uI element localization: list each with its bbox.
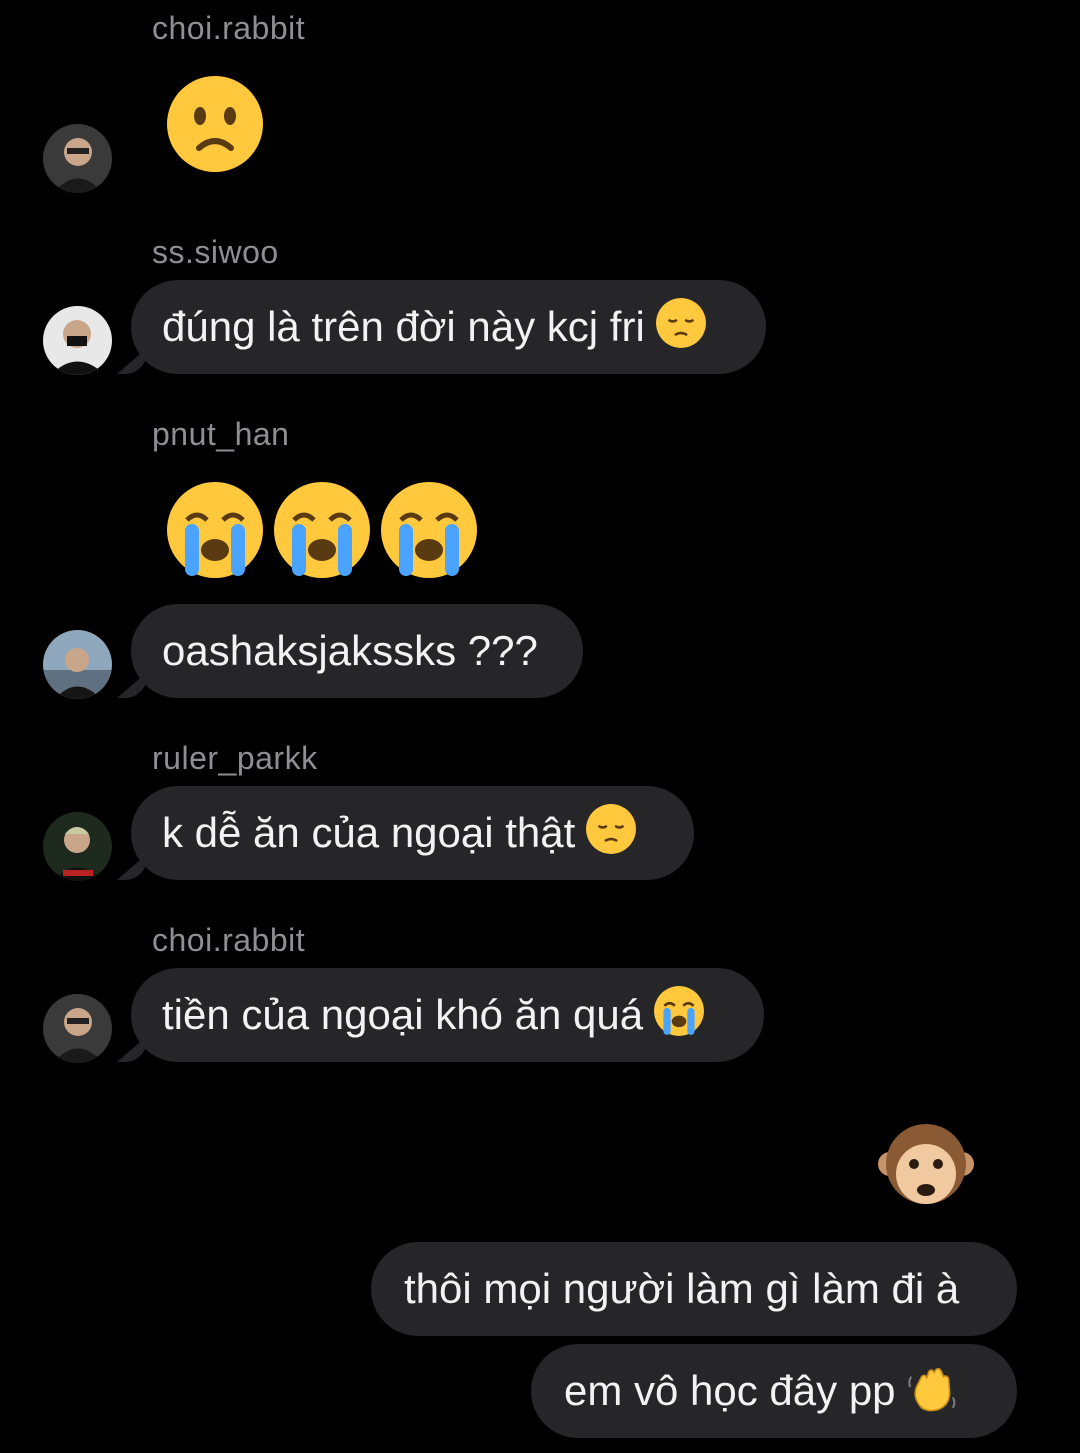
pensive-face-emoji [655,297,707,349]
message-text: tiền của ngoại khó ăn quá [162,991,644,1038]
own-message-bubble[interactable]: em vô học đây pp [531,1344,1017,1438]
see-no-evil-monkey-emoji [876,1116,976,1216]
avatar[interactable] [43,994,112,1063]
pensive-face-emoji [585,803,637,855]
sender-name: pnut_han [152,416,290,452]
sender-name: choi.rabbit [152,10,306,46]
message-text: thôi mọi người làm gì làm đi à [404,1265,960,1312]
message-text: em vô học đây pp [564,1367,896,1414]
frowning-face-emoji [165,74,265,174]
avatar[interactable] [43,124,112,193]
waving-hand-emoji [906,1361,958,1413]
message-text: k dễ ăn của ngoại thật [162,809,576,856]
sender-name: ss.siwoo [152,234,279,270]
message-bubble[interactable]: oashaksjakssks ??? [131,604,583,698]
message-bubble[interactable]: đúng là trên đời này kcj fri [131,280,766,374]
message-bubble[interactable]: tiền của ngoại khó ăn quá [131,968,764,1062]
loudly-crying-face-emoji [165,480,265,580]
sender-name: choi.rabbit [152,922,306,958]
own-message-bubble[interactable]: thôi mọi người làm gì làm đi à [371,1242,1017,1336]
message-text: oashaksjakssks ??? [162,627,538,674]
loudly-crying-face-emoji [653,985,705,1037]
sender-name: ruler_parkk [152,740,318,776]
avatar[interactable] [43,630,112,699]
message-text: đúng là trên đời này kcj fri [162,303,645,350]
loudly-crying-face-emoji [379,480,479,580]
loudly-crying-face-emoji [272,480,372,580]
avatar[interactable] [43,812,112,881]
avatar[interactable] [43,306,112,375]
message-bubble[interactable]: k dễ ăn của ngoại thật [131,786,694,880]
